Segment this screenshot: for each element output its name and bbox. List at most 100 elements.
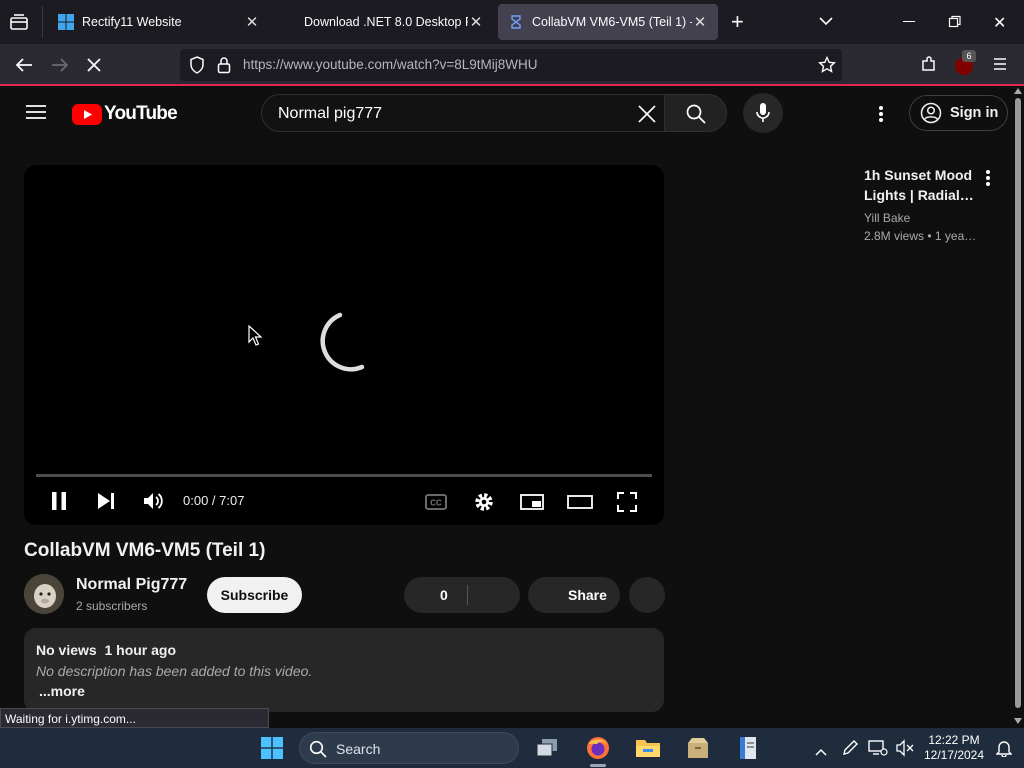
notification-bell-icon[interactable] (995, 739, 1013, 762)
chevron-down-icon[interactable] (818, 14, 834, 32)
volume-icon[interactable] (143, 492, 165, 510)
notebook-app-icon[interactable] (738, 736, 758, 765)
progress-bar[interactable] (36, 474, 652, 477)
page-scrollbar[interactable] (1012, 88, 1024, 728)
next-video-icon[interactable] (97, 493, 115, 509)
captions-icon[interactable]: CC (425, 494, 447, 510)
recommended-more-icon[interactable] (985, 169, 991, 192)
window-close-icon[interactable]: ✕ (993, 13, 1006, 33)
windows-logo-icon (58, 14, 74, 30)
search-input-value[interactable]: Normal pig777 (278, 105, 382, 123)
tab-collabvm[interactable]: CollabVM VM6-VM5 (Teil 1) - Y ✕ (498, 4, 718, 40)
search-input[interactable]: Normal pig777 (261, 94, 665, 132)
close-icon[interactable]: ✕ (244, 13, 260, 31)
taskbar-search-box[interactable]: Search (299, 732, 519, 764)
youtube-play-logo-icon (72, 103, 102, 125)
stop-loading-icon[interactable] (86, 57, 102, 78)
theater-mode-icon[interactable] (567, 495, 593, 509)
time-display: 0:00 / 7:07 (183, 493, 245, 508)
recommended-meta: 2.8M views • 1 yea… (864, 229, 976, 243)
description-box[interactable]: No views 1 hour ago No description has b… (24, 628, 664, 712)
settings-gear-icon[interactable] (473, 491, 495, 513)
search-icon (686, 104, 706, 124)
pen-icon[interactable] (841, 739, 859, 762)
microphone-icon (756, 103, 770, 122)
subscribe-button[interactable]: Subscribe (207, 577, 302, 613)
scroll-up-arrow-icon[interactable] (1014, 88, 1022, 94)
minimize-icon[interactable] (903, 21, 915, 22)
miniplayer-icon[interactable] (520, 494, 544, 510)
taskbar-active-indicator (590, 764, 606, 767)
browser-nav-bar: https://www.youtube.com/watch?v=8L9tMij8… (0, 44, 1024, 86)
avatar[interactable] (24, 574, 64, 614)
restore-icon[interactable] (948, 15, 962, 34)
tab-title: Download .NET 8.0 Desktop Ru (304, 15, 468, 29)
sign-in-button[interactable]: Sign in (909, 95, 1008, 131)
scrollbar-thumb[interactable] (1015, 98, 1021, 708)
youtube-page: YouTube Normal pig777 Sign in 0:00 / 7:0… (0, 88, 1012, 728)
bookmark-star-icon[interactable] (817, 55, 837, 79)
tab-list-icon[interactable] (8, 12, 30, 32)
file-explorer-icon[interactable] (635, 737, 661, 764)
scroll-down-arrow-icon[interactable] (1014, 718, 1022, 724)
search-icon (309, 740, 327, 758)
clear-search-icon[interactable] (638, 105, 656, 128)
voice-search-button[interactable] (743, 93, 783, 133)
tab-title: Rectify11 Website (82, 15, 182, 29)
firefox-icon[interactable] (586, 736, 610, 765)
tab-dotnet[interactable]: Download .NET 8.0 Desktop Ru ✕ (294, 4, 494, 40)
youtube-logo[interactable]: YouTube (72, 103, 178, 125)
volume-muted-icon[interactable] (896, 739, 914, 762)
tab-rectify11[interactable]: Rectify11 Website ✕ (48, 4, 270, 40)
back-arrow-icon[interactable] (14, 56, 34, 79)
tab-title: CollabVM VM6-VM5 (Teil 1) - Y (532, 15, 692, 29)
taskbar-search-label: Search (336, 741, 381, 757)
close-icon[interactable]: ✕ (468, 13, 484, 31)
recommended-channel[interactable]: Yill Bake (864, 211, 910, 225)
close-icon[interactable]: ✕ (692, 13, 708, 31)
description-text: No description has been added to this vi… (36, 663, 313, 679)
share-button[interactable]: Share (528, 577, 620, 613)
taskbar-clock[interactable]: 12:22 PM 12/17/2024 (918, 733, 990, 763)
loading-spinner-icon (320, 312, 365, 372)
clock-time: 12:22 PM (928, 733, 980, 747)
dislike-button[interactable] (468, 577, 520, 613)
lock-icon[interactable] (217, 56, 231, 79)
sign-in-label: Sign in (950, 105, 999, 121)
guide-menu-icon[interactable] (26, 104, 46, 125)
url-bar[interactable]: https://www.youtube.com/watch?v=8L9tMij8… (180, 49, 842, 81)
menu-hamburger-icon[interactable] (993, 57, 1007, 76)
video-player[interactable]: 0:00 / 7:07 CC (24, 165, 664, 525)
settings-more-icon[interactable] (878, 105, 884, 128)
video-title: CollabVM VM6-VM5 (Teil 1) (24, 540, 266, 561)
like-dislike-group: 0 (404, 577, 520, 613)
new-tab-icon[interactable]: + (731, 11, 749, 33)
windows-taskbar: Search 12:22 PM 12/17/2024 (0, 728, 1024, 768)
url-text[interactable]: https://www.youtube.com/watch?v=8L9tMij8… (243, 57, 538, 72)
extension-badge: 6 (962, 50, 976, 62)
more-actions-button[interactable] (629, 577, 665, 613)
like-count[interactable]: 0 (440, 587, 448, 603)
youtube-logo-text: YouTube (104, 103, 178, 124)
channel-name[interactable]: Normal Pig777 (76, 576, 187, 594)
shield-icon[interactable] (189, 56, 205, 79)
task-view-icon[interactable] (535, 737, 559, 764)
network-icon[interactable] (868, 739, 888, 762)
view-stats: No views 1 hour ago (36, 642, 177, 658)
clock-date: 12/17/2024 (923, 748, 985, 762)
search-button[interactable] (664, 94, 727, 132)
archive-app-icon[interactable] (686, 737, 710, 764)
loading-hourglass-icon (508, 14, 524, 30)
show-more-link[interactable]: ...more (39, 683, 85, 699)
forward-arrow-icon (50, 56, 70, 79)
pause-icon[interactable] (51, 492, 67, 510)
show-hidden-icons-chevron-icon[interactable] (815, 743, 827, 761)
start-windows-icon[interactable] (261, 737, 283, 764)
share-label: Share (568, 587, 607, 603)
recommended-video-title[interactable]: 1h Sunset Mood Lights | Radial… (864, 165, 974, 205)
mouse-cursor-icon (248, 325, 262, 346)
fullscreen-icon[interactable] (617, 492, 637, 512)
extensions-puzzle-icon[interactable] (920, 55, 938, 78)
browser-status-text: Waiting for i.ytimg.com... (0, 708, 269, 728)
tab-divider (42, 6, 43, 38)
